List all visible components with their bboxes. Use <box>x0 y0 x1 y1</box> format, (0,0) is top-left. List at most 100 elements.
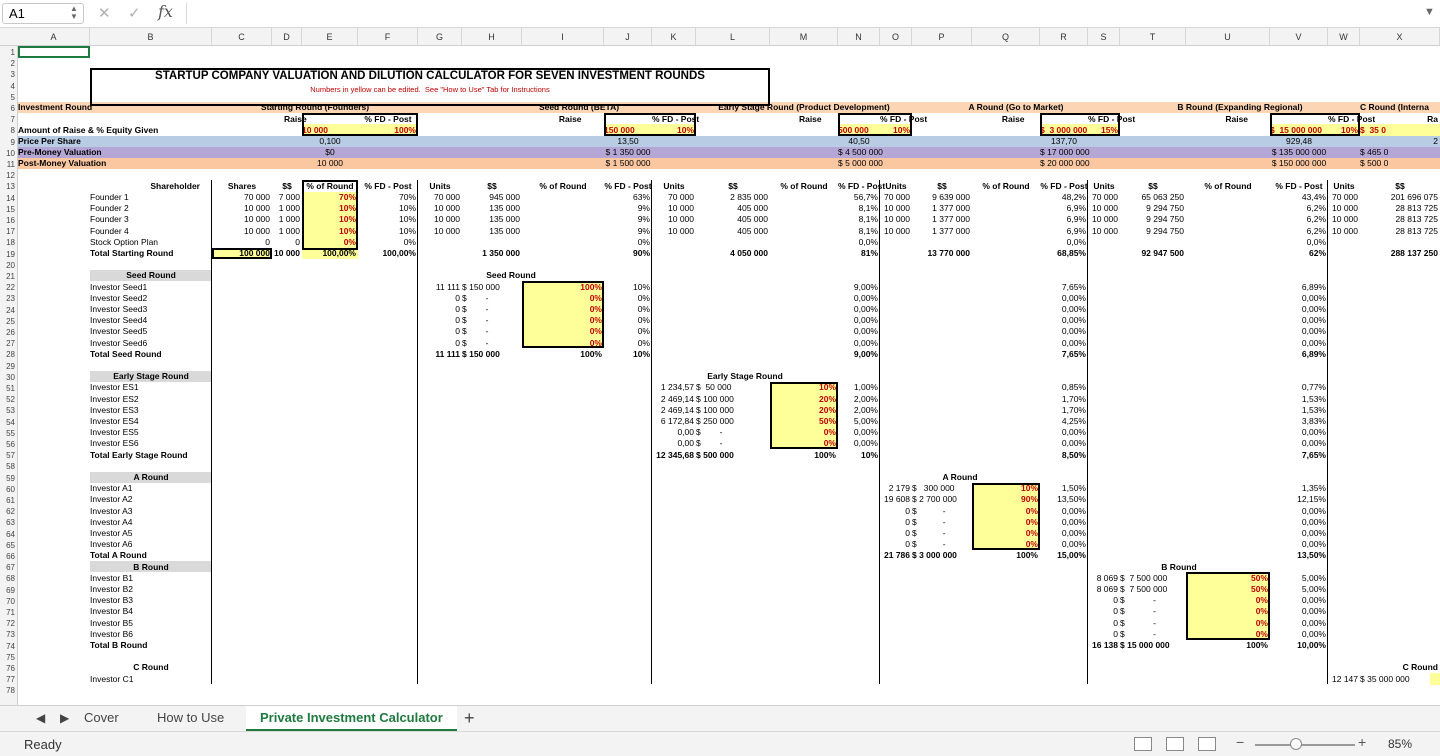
column-header[interactable]: D <box>272 28 302 46</box>
fd-post-value[interactable]: 0,00% <box>838 304 880 315</box>
row-header[interactable]: 71 <box>0 607 17 618</box>
units-value[interactable]: 10 000 <box>880 226 912 237</box>
fd-post-value[interactable]: 5,00% <box>1270 573 1328 584</box>
shareholder-name[interactable]: Founder 2 <box>90 203 204 214</box>
row-header[interactable]: 23 <box>0 293 17 304</box>
fd-post-value[interactable]: 12,15% <box>1270 494 1328 505</box>
dollars-value[interactable]: 9 294 750 <box>1120 214 1186 225</box>
fd-post-value[interactable]: 9% <box>604 214 652 225</box>
units-value[interactable]: 70 000 <box>1088 192 1120 203</box>
fd-post-value[interactable]: 0,0% <box>1270 237 1328 248</box>
units-value[interactable]: 12 345,68 <box>652 450 696 461</box>
dollars-value[interactable]: 28 813 725 <box>1360 214 1440 225</box>
post-money-a[interactable]: $ 20 000 000 <box>1040 158 1090 169</box>
dollars-value[interactable]: $ - <box>1120 618 1186 629</box>
column-header[interactable]: L <box>696 28 770 46</box>
fd-post-value[interactable]: 48,2% <box>1040 192 1088 203</box>
fd-post-value[interactable]: 0,00% <box>1270 293 1328 304</box>
page-layout-icon[interactable] <box>1166 737 1184 751</box>
dollars-value[interactable]: 1 350 000 <box>462 248 522 259</box>
units-value[interactable]: 8 069 <box>1088 573 1120 584</box>
units-value[interactable]: 0 <box>880 528 912 539</box>
row-header[interactable]: 55 <box>0 428 17 439</box>
dollars-value[interactable]: 92 947 500 <box>1120 248 1186 259</box>
row-header[interactable]: 78 <box>0 685 17 696</box>
price-per-share-a[interactable]: 137,70 <box>1040 136 1088 147</box>
dollars-value[interactable]: $ 7 500 000 <box>1120 584 1186 595</box>
dollars-value[interactable]: 405 000 <box>696 226 770 237</box>
round-block-header[interactable]: Early Stage Round <box>652 371 838 382</box>
round-name-start[interactable]: Starting Round (Founders) <box>212 102 418 113</box>
shares-value[interactable]: 10 000 <box>212 203 272 214</box>
column-header[interactable]: G <box>418 28 462 46</box>
investor-name[interactable]: Investor B5 <box>90 618 242 629</box>
dollars-value[interactable]: 1 000 <box>272 203 302 214</box>
shares-value[interactable]: 0 <box>212 237 272 248</box>
units-value[interactable]: 2 469,14 <box>652 394 696 405</box>
units-value[interactable]: 70 000 <box>880 192 912 203</box>
dollars-value[interactable]: 0 <box>272 237 302 248</box>
fd-post-value[interactable]: 43,4% <box>1270 192 1328 203</box>
fd-post-value[interactable]: 0,00% <box>1040 438 1088 449</box>
prev-sheet-icon[interactable]: ◀ <box>36 706 45 732</box>
fd-post-value[interactable]: 0,00% <box>838 427 880 438</box>
column-header[interactable]: N <box>838 28 880 46</box>
row-header[interactable]: 8 <box>0 125 17 136</box>
fd-post-value[interactable]: 62% <box>1270 248 1328 259</box>
dollars-value[interactable]: 28 813 725 <box>1360 203 1440 214</box>
pre-money-start[interactable]: $0 <box>302 147 358 158</box>
column-header[interactable]: X <box>1360 28 1440 46</box>
units-header[interactable]: Units <box>418 181 462 192</box>
fd-post-value[interactable]: 6,2% <box>1270 214 1328 225</box>
dollars-value[interactable]: 9 639 000 <box>912 192 972 203</box>
units-value[interactable]: 10 000 <box>1328 226 1360 237</box>
fd-post-value[interactable]: 6,9% <box>1040 214 1088 225</box>
fd-post-value[interactable]: 10,00% <box>1270 640 1328 651</box>
fd-post-value[interactable]: 1,53% <box>1270 405 1328 416</box>
dollars-value[interactable]: $ - <box>462 338 522 349</box>
tab-private-investment-calculator[interactable]: Private Investment Calculator <box>246 706 457 732</box>
units-value[interactable]: 10 000 <box>1328 214 1360 225</box>
dollars-value[interactable]: $ 300 000 <box>912 483 972 494</box>
fd-post-value[interactable]: 8,1% <box>838 226 880 237</box>
name-box-stepper-icon[interactable]: ▲ ▼ <box>70 5 78 21</box>
fd-post-header[interactable]: % FD - Post <box>1040 181 1088 192</box>
dollars-value[interactable]: 7 000 <box>272 192 302 203</box>
round-section-header[interactable]: Early Stage Round <box>90 371 212 382</box>
fd-post-value[interactable]: 0,00% <box>1040 506 1088 517</box>
row-header[interactable]: 14 <box>0 193 17 204</box>
dollars-header[interactable]: $$ <box>272 181 302 192</box>
label-amount[interactable]: Amount of Raise & % Equity Given <box>18 125 208 136</box>
row-header[interactable]: 30 <box>0 372 17 383</box>
dollars-header[interactable]: $$ <box>1120 181 1186 192</box>
row-header[interactable]: 72 <box>0 618 17 629</box>
fd-post-value[interactable]: 0,00% <box>838 338 880 349</box>
dollars-value[interactable]: $ - <box>912 506 972 517</box>
fd-post-value[interactable]: 9,00% <box>838 282 880 293</box>
fd-post-value[interactable]: 1,35% <box>1270 483 1328 494</box>
total-row-label[interactable]: Total Seed Round <box>90 349 242 360</box>
fd-post-value[interactable]: 5,00% <box>838 416 880 427</box>
fd-post-value[interactable]: 100,00% <box>358 248 418 259</box>
pre-money-b[interactable]: $ 135 000 000 <box>1270 147 1328 158</box>
dollars-value[interactable]: 405 000 <box>696 214 770 225</box>
label-pre-money[interactable]: Pre-Money Valuation <box>18 147 208 158</box>
fd-post-value[interactable]: 9% <box>604 203 652 214</box>
fd-post-value[interactable]: 68,85% <box>1040 248 1088 259</box>
row-header[interactable]: 7 <box>0 114 17 125</box>
fd-post-value[interactable]: 0,00% <box>1270 595 1328 606</box>
round-name-a[interactable]: A Round (Go to Market) <box>912 102 1120 113</box>
zoom-slider-handle[interactable] <box>1290 738 1302 750</box>
pct-round-header[interactable]: % of Round <box>522 181 604 192</box>
row-header[interactable]: 51 <box>0 383 17 394</box>
fd-post-value[interactable]: 7,65% <box>1040 349 1088 360</box>
expand-formula-icon[interactable]: ▼ <box>1424 6 1435 18</box>
fd-post-value[interactable]: 0,00% <box>1040 304 1088 315</box>
column-header[interactable]: V <box>1270 28 1328 46</box>
fd-post-value[interactable]: 0,00% <box>1040 293 1088 304</box>
dollars-value[interactable]: $ - <box>462 304 522 315</box>
investor-name[interactable]: Investor Seed1 <box>90 282 242 293</box>
fd-post-value[interactable]: 6,2% <box>1270 203 1328 214</box>
fd-post-value[interactable]: 0,00% <box>1270 438 1328 449</box>
function-icon[interactable]: fx <box>158 2 173 21</box>
